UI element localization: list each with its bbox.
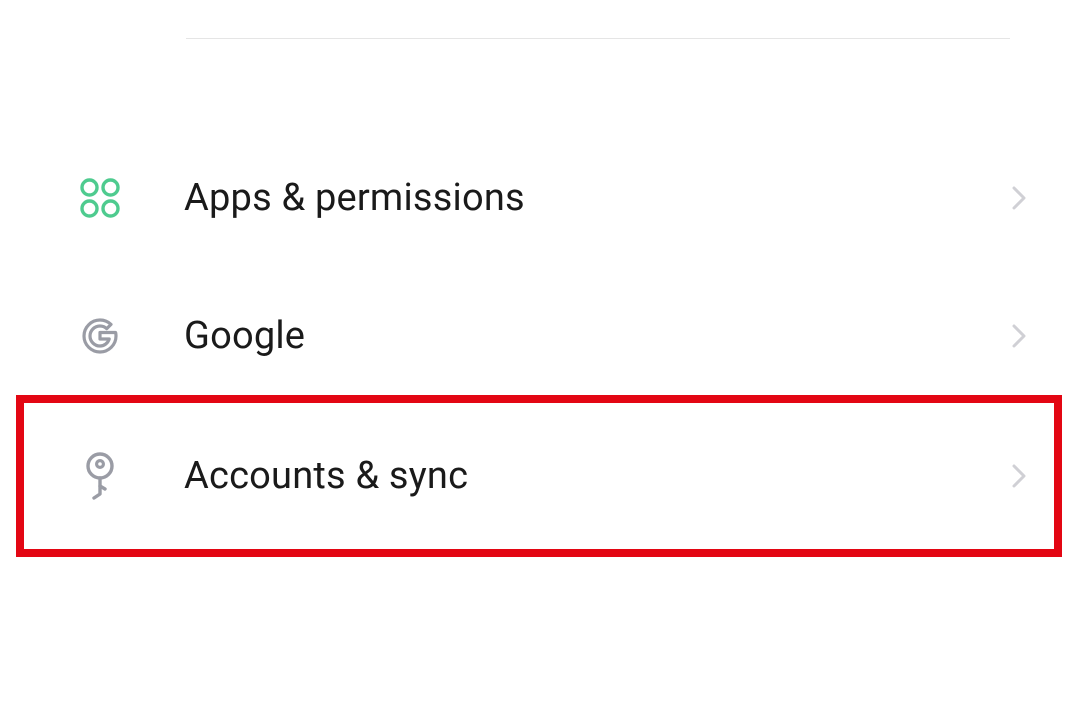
settings-item-label: Google [184,314,1008,358]
settings-item-google[interactable]: Google [0,267,1080,405]
settings-item-label: Apps & permissions [184,176,1008,220]
chevron-right-icon [1008,325,1030,347]
settings-item-accounts-sync[interactable]: Accounts & sync [0,407,1080,545]
settings-item-apps-permissions[interactable]: Apps & permissions [0,129,1080,267]
google-icon [76,312,124,360]
settings-item-label: Accounts & sync [184,454,1008,498]
squares-icon [76,174,124,222]
chevron-right-icon [1008,187,1030,209]
chevron-right-icon [1008,465,1030,487]
key-icon [76,452,124,500]
